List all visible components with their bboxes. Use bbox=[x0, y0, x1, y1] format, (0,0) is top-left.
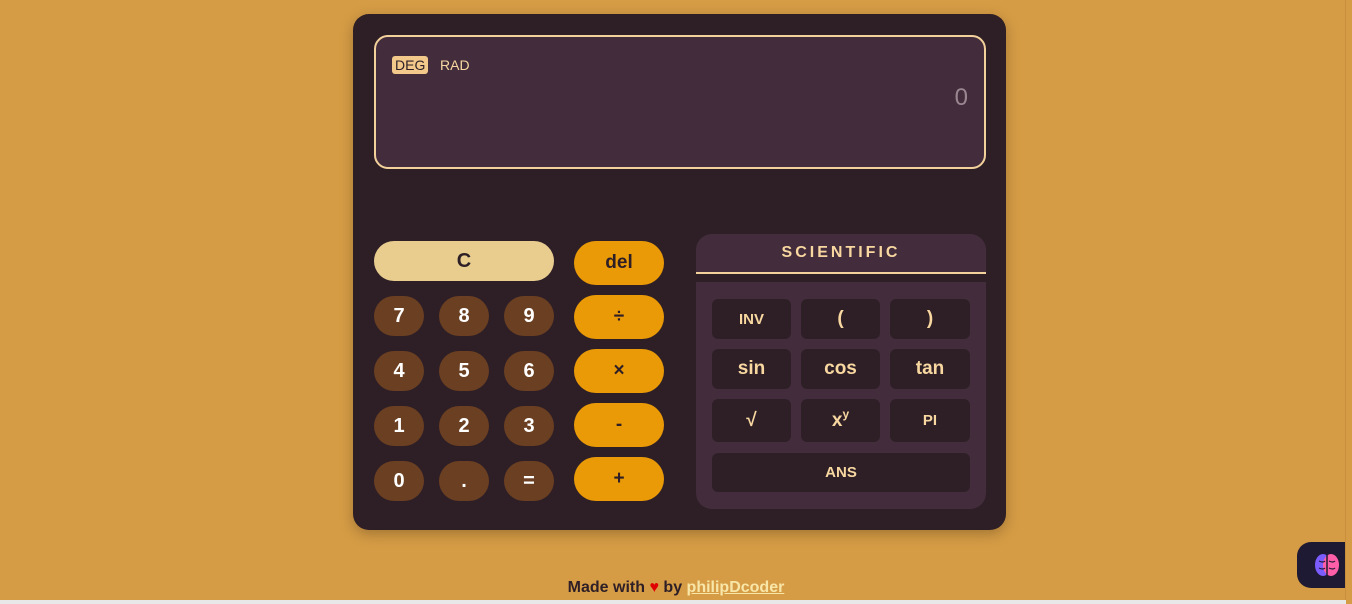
power-base: x bbox=[831, 409, 843, 431]
scientific-panel: SCIENTIFIC INV ( ) sin cos tan √ xy PI A… bbox=[696, 234, 986, 509]
divide-button[interactable]: ÷ bbox=[574, 295, 664, 339]
sqrt-button[interactable]: √ bbox=[712, 399, 791, 442]
heart-icon: ♥ bbox=[649, 579, 659, 596]
footer-made-with: Made with bbox=[567, 579, 646, 596]
digit-3-button[interactable]: 3 bbox=[504, 406, 554, 446]
digit-7-button[interactable]: 7 bbox=[374, 296, 424, 336]
footer-by: by bbox=[663, 579, 683, 596]
tan-button[interactable]: tan bbox=[890, 349, 970, 389]
delete-button[interactable]: del bbox=[574, 241, 664, 285]
scientific-title[interactable]: SCIENTIFIC bbox=[696, 234, 986, 274]
multiply-button[interactable]: × bbox=[574, 349, 664, 393]
digit-0-button[interactable]: 0 bbox=[374, 461, 424, 501]
digit-9-button[interactable]: 9 bbox=[504, 296, 554, 336]
digit-4-button[interactable]: 4 bbox=[374, 351, 424, 391]
rad-mode-toggle[interactable]: RAD bbox=[440, 57, 470, 73]
footer: Made with ♥ by philipDcoder bbox=[0, 579, 1352, 597]
digit-6-button[interactable]: 6 bbox=[504, 351, 554, 391]
calculator: DEG RAD 0 C del 7 8 9 ÷ 4 5 6 × 1 2 3 - … bbox=[353, 14, 1006, 530]
power-exponent: y bbox=[842, 406, 850, 421]
left-paren-button[interactable]: ( bbox=[801, 299, 880, 339]
answer-button[interactable]: ANS bbox=[712, 453, 970, 492]
subtract-button[interactable]: - bbox=[574, 403, 664, 447]
pi-button[interactable]: PI bbox=[890, 399, 970, 442]
scientific-divider bbox=[696, 274, 986, 282]
digit-2-button[interactable]: 2 bbox=[439, 406, 489, 446]
vertical-scrollbar[interactable] bbox=[1345, 0, 1352, 604]
digit-5-button[interactable]: 5 bbox=[439, 351, 489, 391]
add-button[interactable]: + bbox=[574, 457, 664, 501]
brain-icon[interactable] bbox=[1297, 542, 1352, 588]
clear-button[interactable]: C bbox=[374, 241, 554, 281]
cos-button[interactable]: cos bbox=[801, 349, 880, 389]
right-paren-button[interactable]: ) bbox=[890, 299, 970, 339]
equals-button[interactable]: = bbox=[504, 461, 554, 501]
digit-1-button[interactable]: 1 bbox=[374, 406, 424, 446]
inverse-button[interactable]: INV bbox=[712, 299, 791, 339]
deg-mode-toggle[interactable]: DEG bbox=[392, 56, 429, 74]
digit-8-button[interactable]: 8 bbox=[439, 296, 489, 336]
author-link[interactable]: philipDcoder bbox=[687, 579, 785, 596]
power-button[interactable]: xy bbox=[801, 399, 880, 442]
display-value: 0 bbox=[954, 84, 968, 111]
horizontal-scrollbar[interactable] bbox=[0, 600, 1346, 604]
sin-button[interactable]: sin bbox=[712, 349, 791, 389]
decimal-button[interactable]: . bbox=[439, 461, 489, 501]
display: DEG RAD 0 bbox=[374, 35, 986, 169]
